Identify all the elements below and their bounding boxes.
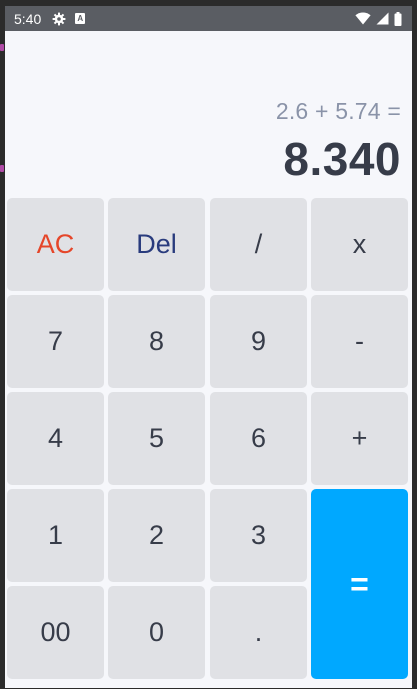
zero-button[interactable]: 0 [108, 586, 205, 679]
three-button[interactable]: 3 [210, 489, 307, 582]
multiply-button[interactable]: x [311, 198, 408, 291]
gear-icon [52, 12, 66, 26]
ac-button[interactable]: AC [7, 198, 104, 291]
five-button[interactable]: 5 [108, 392, 205, 485]
result-text: 8.340 [283, 133, 401, 185]
one-button[interactable]: 1 [7, 489, 104, 582]
divide-button[interactable]: / [210, 198, 307, 291]
six-button[interactable]: 6 [210, 392, 307, 485]
plus-button[interactable]: + [311, 392, 408, 485]
seven-button[interactable]: 7 [7, 295, 104, 388]
battery-icon [394, 11, 402, 26]
phone-screen: 5:40 A 2.6 + 5.74 = 8.340 AC Del / x 7 8… [5, 6, 412, 688]
background-mark [0, 44, 4, 51]
background-mark [0, 165, 4, 172]
equals-button[interactable]: = [311, 489, 408, 679]
a-icon: A [75, 13, 86, 24]
keypad: AC Del / x 7 8 9 - 4 5 6 + 1 2 3 = 00 0 … [5, 197, 412, 688]
calculator-display: 2.6 + 5.74 = 8.340 [5, 31, 412, 197]
two-button[interactable]: 2 [108, 489, 205, 582]
decimal-button[interactable]: . [210, 586, 307, 679]
wifi-icon [355, 12, 371, 25]
expression-text: 2.6 + 5.74 = [275, 98, 401, 124]
del-button[interactable]: Del [108, 198, 205, 291]
eight-button[interactable]: 8 [108, 295, 205, 388]
four-button[interactable]: 4 [7, 392, 104, 485]
double-zero-button[interactable]: 00 [7, 586, 104, 679]
status-bar: 5:40 A [5, 6, 412, 31]
signal-icon [376, 12, 389, 25]
nine-button[interactable]: 9 [210, 295, 307, 388]
status-time: 5:40 [14, 10, 42, 27]
minus-button[interactable]: - [311, 295, 408, 388]
status-right-icons [355, 6, 402, 31]
